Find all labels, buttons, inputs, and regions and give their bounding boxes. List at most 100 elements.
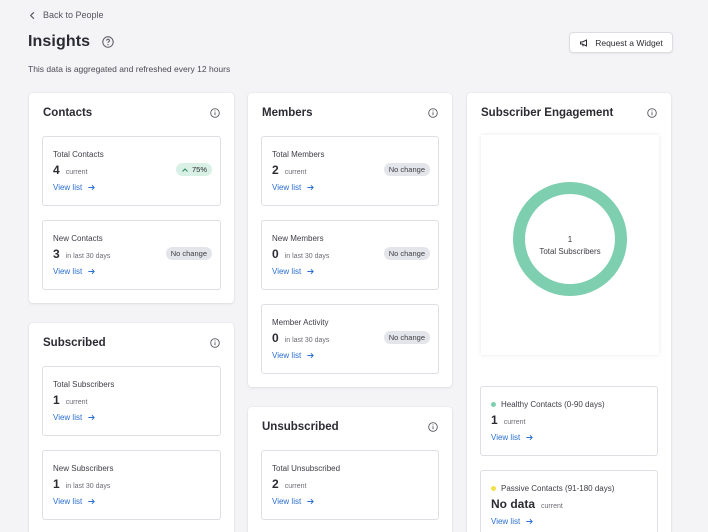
- arrow-right-icon: [307, 184, 315, 191]
- donut-value: 1: [567, 235, 573, 244]
- arrow-right-icon: [307, 268, 315, 275]
- metric-sub: in last 30 days: [284, 337, 330, 344]
- subscriber-engagement-card: Subscriber Engagement 1 Total Subscriber…: [467, 93, 671, 532]
- info-icon[interactable]: [210, 338, 220, 348]
- metric-label: New Contacts: [53, 234, 103, 243]
- metric-label-row: Passive Contacts (91-180 days): [491, 484, 614, 493]
- unsubscribed-card: Unsubscribed Total Unsubscribed 2 current…: [248, 407, 452, 532]
- view-list-label: View list: [272, 267, 302, 276]
- total-unsubscribed-metric: Total Unsubscribed 2 current View list: [261, 450, 439, 520]
- passive-dot-icon: [491, 486, 496, 492]
- view-list-link[interactable]: View list: [53, 413, 96, 422]
- view-list-label: View list: [53, 497, 83, 506]
- info-icon[interactable]: [210, 108, 220, 118]
- metric-label-row: Healthy Contacts (0-90 days): [491, 400, 605, 409]
- info-icon[interactable]: [428, 422, 438, 432]
- metric-value: 2: [272, 477, 279, 491]
- metric-label: Total Contacts: [53, 150, 104, 159]
- passive-contacts-metric: Passive Contacts (91-180 days) No data cu…: [480, 470, 658, 532]
- back-to-people-link[interactable]: Back to People: [28, 10, 104, 20]
- view-list-label: View list: [272, 351, 302, 360]
- page-title: Insights: [28, 33, 91, 50]
- subscribed-card: Subscribed Total Subscribers 1 current Vi…: [29, 323, 234, 532]
- arrow-right-icon: [88, 498, 96, 505]
- view-list-label: View list: [491, 517, 521, 526]
- view-list-link[interactable]: View list: [272, 183, 315, 192]
- view-list-link[interactable]: View list: [272, 497, 315, 506]
- subscribed-title: Subscribed: [43, 337, 106, 349]
- metric-value: 0: [272, 247, 279, 261]
- view-list-label: View list: [491, 433, 521, 442]
- engagement-title: Subscriber Engagement: [481, 107, 614, 119]
- metric-value: 0: [272, 331, 279, 345]
- metric-label: Total Members: [272, 150, 325, 159]
- view-list-link[interactable]: View list: [53, 267, 96, 276]
- new-members-metric: New Members 0 in last 30 days No change V…: [261, 220, 439, 290]
- trend-value: 75%: [191, 165, 207, 174]
- arrow-right-icon: [526, 434, 534, 441]
- metric-label: New Members: [272, 234, 324, 243]
- view-list-link[interactable]: View list: [53, 183, 96, 192]
- metric-value: 1: [53, 393, 60, 407]
- metric-label: Total Unsubscribed: [272, 464, 341, 473]
- page-subtitle: This data is aggregated and refreshed ev…: [28, 64, 231, 74]
- view-list-link[interactable]: View list: [491, 433, 534, 442]
- arrow-up-icon: [182, 167, 188, 172]
- view-list-label: View list: [53, 183, 83, 192]
- view-list-label: View list: [53, 413, 83, 422]
- metric-value: No data: [491, 497, 536, 511]
- metric-value: 4: [53, 163, 60, 177]
- new-contacts-metric: New Contacts 3 in last 30 days No change …: [42, 220, 221, 290]
- metric-sub: current: [503, 419, 526, 426]
- member-activity-metric: Member Activity 0 in last 30 days No chan…: [261, 304, 439, 374]
- no-change-badge: No change: [383, 163, 430, 176]
- chevron-left-icon: [29, 11, 35, 19]
- view-list-link[interactable]: View list: [272, 267, 315, 276]
- donut-label: Total Subscribers: [539, 247, 601, 256]
- metric-label: Healthy Contacts (0-90 days): [501, 400, 605, 409]
- total-members-metric: Total Members 2 current No change View li…: [261, 136, 439, 206]
- no-change-badge: No change: [383, 331, 430, 344]
- total-subscribers-metric: Total Subscribers 1 current View list: [42, 366, 221, 436]
- metric-value: 1: [491, 413, 498, 427]
- no-change-badge: No change: [165, 247, 212, 260]
- view-list-link[interactable]: View list: [272, 351, 315, 360]
- metric-sub: current: [65, 399, 88, 406]
- metric-label: Member Activity: [272, 318, 329, 327]
- view-list-label: View list: [272, 497, 302, 506]
- engagement-donut-chart: 1 Total Subscribers: [481, 135, 659, 355]
- view-list-link[interactable]: View list: [491, 517, 534, 526]
- arrow-right-icon: [88, 268, 96, 275]
- arrow-right-icon: [526, 518, 534, 525]
- unsubscribed-title: Unsubscribed: [262, 421, 339, 433]
- contacts-card: Contacts Total Contacts 4 current 75% Vie…: [29, 93, 234, 303]
- help-icon[interactable]: [102, 36, 114, 48]
- arrow-right-icon: [88, 414, 96, 421]
- metric-sub: in last 30 days: [65, 483, 111, 490]
- arrow-right-icon: [307, 498, 315, 505]
- back-label: Back to People: [43, 10, 104, 20]
- view-list-label: View list: [53, 267, 83, 276]
- metric-sub: in last 30 days: [284, 253, 330, 260]
- healthy-contacts-metric: Healthy Contacts (0-90 days) 1 current Vi…: [480, 386, 658, 456]
- metric-value: 2: [272, 163, 279, 177]
- request-widget-button[interactable]: Request a Widget: [569, 32, 673, 53]
- metric-sub: current: [284, 169, 307, 176]
- metric-sub: current: [65, 169, 88, 176]
- metric-sub: current: [541, 503, 563, 510]
- megaphone-icon: [580, 38, 588, 47]
- metric-value: 3: [53, 247, 60, 261]
- healthy-dot-icon: [491, 402, 496, 408]
- metric-sub: in last 30 days: [65, 253, 111, 260]
- view-list-link[interactable]: View list: [53, 497, 96, 506]
- total-contacts-metric: Total Contacts 4 current 75% View list: [42, 136, 221, 206]
- info-icon[interactable]: [428, 108, 438, 118]
- arrow-right-icon: [307, 352, 315, 359]
- metric-label: Total Subscribers: [53, 380, 115, 389]
- metric-sub: current: [284, 483, 307, 490]
- metric-value: 1: [53, 477, 60, 491]
- info-icon[interactable]: [647, 108, 657, 118]
- metric-label: New Subscribers: [53, 464, 114, 473]
- contacts-title: Contacts: [43, 107, 93, 119]
- members-card: Members Total Members 2 current No change…: [248, 93, 452, 387]
